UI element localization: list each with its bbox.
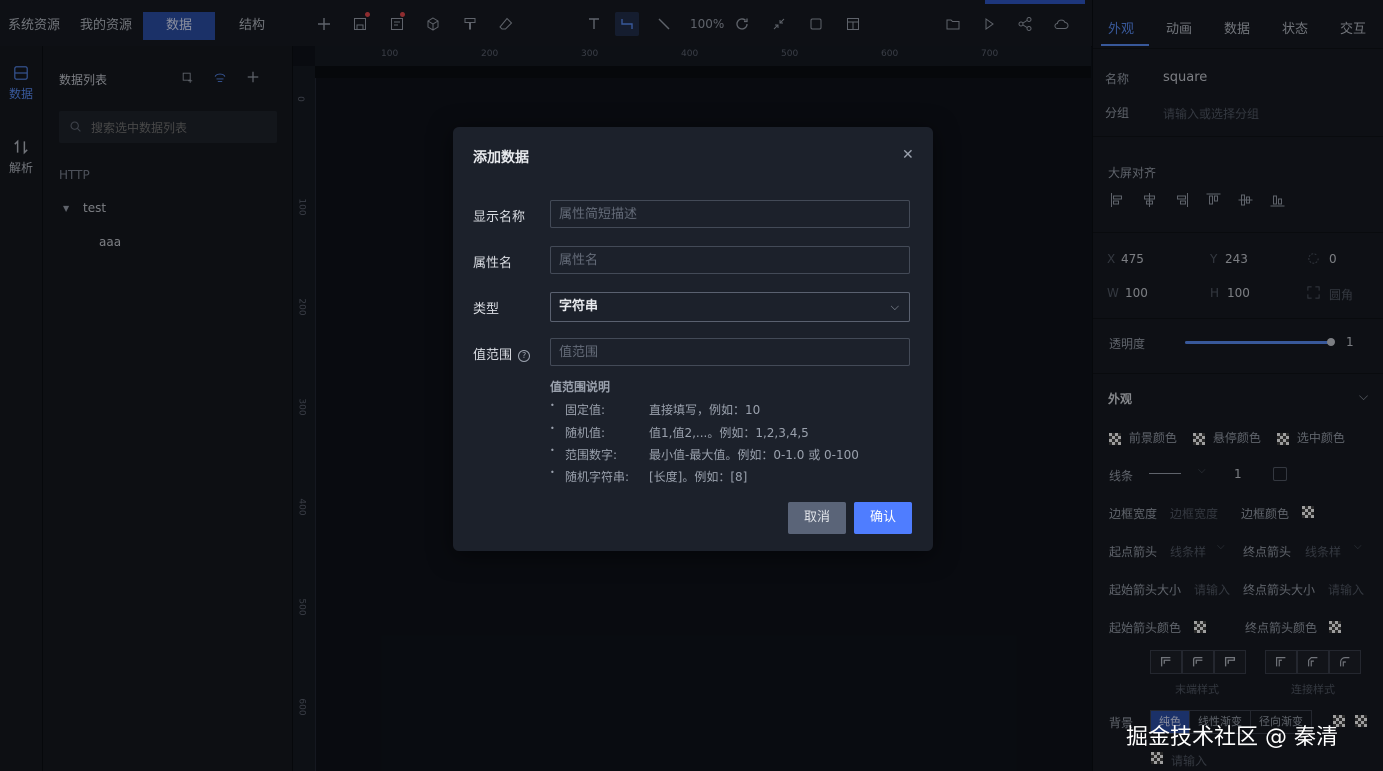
bullet-icon: • bbox=[550, 424, 555, 433]
add-data-dialog: 添加数据 ✕ 显示名称 属性名 类型 字符串 ⌵ 值范围 ? 值范围说明 • 固… bbox=[453, 127, 933, 551]
prop-name-label: 属性名 bbox=[473, 256, 513, 271]
bullet-icon: • bbox=[550, 468, 555, 477]
note-key: 固定值: bbox=[565, 403, 606, 417]
dialog-title: 添加数据 bbox=[473, 150, 529, 166]
close-icon[interactable]: ✕ bbox=[902, 147, 914, 163]
prop-name-input[interactable] bbox=[550, 246, 910, 274]
note-desc: [长度]。例如：[8] bbox=[649, 470, 748, 484]
chevron-down-icon: ⌵ bbox=[890, 300, 899, 313]
confirm-button[interactable]: 确认 bbox=[854, 502, 912, 534]
note-desc: 值1,值2,...。例如：1,2,3,4,5 bbox=[649, 426, 809, 440]
range-notes-title: 值范围说明 bbox=[550, 380, 611, 394]
bullet-icon: • bbox=[550, 401, 555, 410]
note-desc: 直接填写，例如：10 bbox=[649, 403, 761, 417]
type-select[interactable]: 字符串 ⌵ bbox=[550, 292, 910, 322]
note-key: 范围数字: bbox=[565, 448, 618, 462]
range-input[interactable] bbox=[550, 338, 910, 366]
display-name-label: 显示名称 bbox=[473, 210, 526, 225]
help-icon[interactable]: ? bbox=[518, 349, 531, 362]
display-name-input[interactable] bbox=[550, 200, 910, 228]
watermark-text: 掘金技术社区 @ 秦清 bbox=[1126, 725, 1338, 750]
note-key: 随机字符串: bbox=[565, 470, 630, 484]
note-desc: 最小值-最大值。例如：0-1.0 或 0-100 bbox=[649, 448, 859, 462]
note-key: 随机值: bbox=[565, 426, 606, 440]
cancel-button[interactable]: 取消 bbox=[788, 502, 846, 534]
type-select-value: 字符串 bbox=[559, 299, 599, 314]
range-label: 值范围 ? bbox=[473, 344, 531, 363]
type-label: 类型 bbox=[473, 302, 500, 317]
bullet-icon: • bbox=[550, 446, 555, 455]
range-label-text: 值范围 bbox=[473, 348, 513, 363]
